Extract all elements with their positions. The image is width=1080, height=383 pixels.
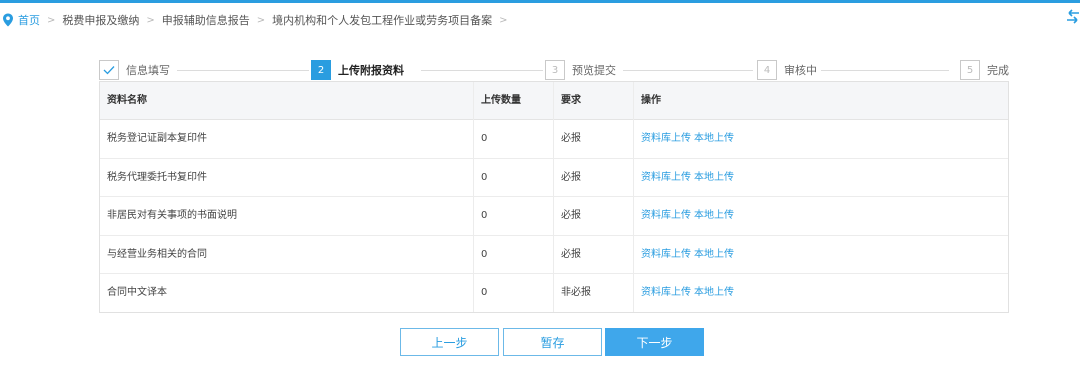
repository-upload-link[interactable]: 资料库上传: [641, 274, 691, 312]
breadcrumb-separator: >: [47, 14, 56, 26]
breadcrumb-auxiliary-report-link[interactable]: 申报辅助信息报告: [162, 12, 250, 28]
local-upload-link[interactable]: 本地上传: [694, 274, 734, 312]
step-info-fill: 信息填写: [99, 60, 170, 80]
location-pin-icon: [3, 13, 13, 27]
requirement: 非必报: [561, 287, 591, 299]
table-row: 合同中文译本 0 非必报 资料库上传 本地上传: [100, 274, 1008, 313]
step-connector: [421, 70, 543, 71]
local-upload-link[interactable]: 本地上传: [694, 159, 734, 197]
table-row: 与经营业务相关的合同 0 必报 资料库上传 本地上传: [100, 236, 1008, 275]
next-step-button[interactable]: 下一步: [605, 328, 704, 356]
step-complete: 5 完成: [960, 60, 1009, 80]
requirement: 必报: [561, 210, 581, 222]
table-header: 资料名称 上传数量 要求 操作: [100, 82, 1008, 120]
column-header-actions: 操作: [641, 95, 661, 106]
breadcrumb-home-link[interactable]: 首页: [18, 12, 40, 28]
table-row: 税务登记证副本复印件 0 必报 资料库上传 本地上传: [100, 120, 1008, 159]
step-under-review: 4 审核中: [757, 60, 817, 80]
local-upload-link[interactable]: 本地上传: [694, 236, 734, 274]
column-header-name: 资料名称: [107, 95, 147, 106]
material-name: 合同中文译本: [107, 287, 167, 299]
repository-upload-link[interactable]: 资料库上传: [641, 197, 691, 235]
breadcrumb-separator: >: [499, 14, 508, 26]
swap-arrows-icon[interactable]: [1066, 8, 1080, 26]
breadcrumb-separator: >: [146, 14, 155, 26]
step-number: 3: [545, 60, 565, 80]
step-label: 信息填写: [126, 64, 170, 77]
requirement: 必报: [561, 133, 581, 144]
check-icon: [103, 66, 115, 75]
repository-upload-link[interactable]: 资料库上传: [641, 159, 691, 197]
step-number: 2: [311, 60, 331, 80]
upload-count: 0: [481, 287, 488, 299]
table-row: 非居民对有关事项的书面说明 0 必报 资料库上传 本地上传: [100, 197, 1008, 236]
repository-upload-link[interactable]: 资料库上传: [641, 120, 691, 158]
step-number: 5: [960, 60, 980, 80]
attachments-table: 资料名称 上传数量 要求 操作 税务登记证副本复印件 0 必报 资料库上传 本地…: [99, 81, 1009, 313]
breadcrumb-current-page: 境内机构和个人发包工程作业或劳务项目备案: [272, 14, 493, 27]
column-header-count: 上传数量: [481, 95, 521, 106]
repository-upload-link[interactable]: 资料库上传: [641, 236, 691, 274]
step-connector: [177, 70, 309, 71]
local-upload-link[interactable]: 本地上传: [694, 197, 734, 235]
breadcrumb: 首页 > 税费申报及缴纳 > 申报辅助信息报告 > 境内机构和个人发包工程作业或…: [0, 11, 515, 29]
material-name: 非居民对有关事项的书面说明: [107, 210, 237, 222]
column-header-requirement: 要求: [561, 95, 581, 106]
material-name: 税务代理委托书复印件: [107, 171, 207, 183]
breadcrumb-tax-declaration-link[interactable]: 税费申报及缴纳: [62, 12, 139, 28]
local-upload-link[interactable]: 本地上传: [694, 120, 734, 158]
material-name: 与经营业务相关的合同: [107, 248, 207, 260]
upload-count: 0: [481, 210, 488, 222]
previous-step-button[interactable]: 上一步: [400, 328, 499, 356]
requirement: 必报: [561, 171, 581, 183]
upload-count: 0: [481, 133, 488, 144]
upload-count: 0: [481, 171, 488, 183]
save-draft-button[interactable]: 暂存: [503, 328, 602, 356]
step-label: 完成: [987, 64, 1009, 77]
table-row: 税务代理委托书复印件 0 必报 资料库上传 本地上传: [100, 159, 1008, 198]
step-label: 上传附报资料: [338, 64, 404, 77]
table-body: 税务登记证副本复印件 0 必报 资料库上传 本地上传 税务代理委托书复印件 0 …: [100, 120, 1008, 313]
step-progress: 信息填写 2 上传附报资料 3 预览提交 4 审核中 5 完成: [99, 60, 1009, 80]
step-upload-attachments: 2 上传附报资料: [311, 60, 404, 80]
step-connector: [821, 70, 949, 71]
step-connector: [623, 70, 753, 71]
step-done-box: [99, 60, 119, 80]
material-name: 税务登记证副本复印件: [107, 133, 207, 144]
top-accent-bar: [0, 0, 1080, 3]
upload-count: 0: [481, 248, 488, 260]
step-label: 预览提交: [572, 64, 616, 77]
breadcrumb-separator: >: [256, 14, 266, 26]
step-number: 4: [757, 60, 777, 80]
step-preview-submit: 3 预览提交: [545, 60, 616, 80]
step-label: 审核中: [784, 64, 817, 77]
requirement: 必报: [561, 248, 581, 260]
